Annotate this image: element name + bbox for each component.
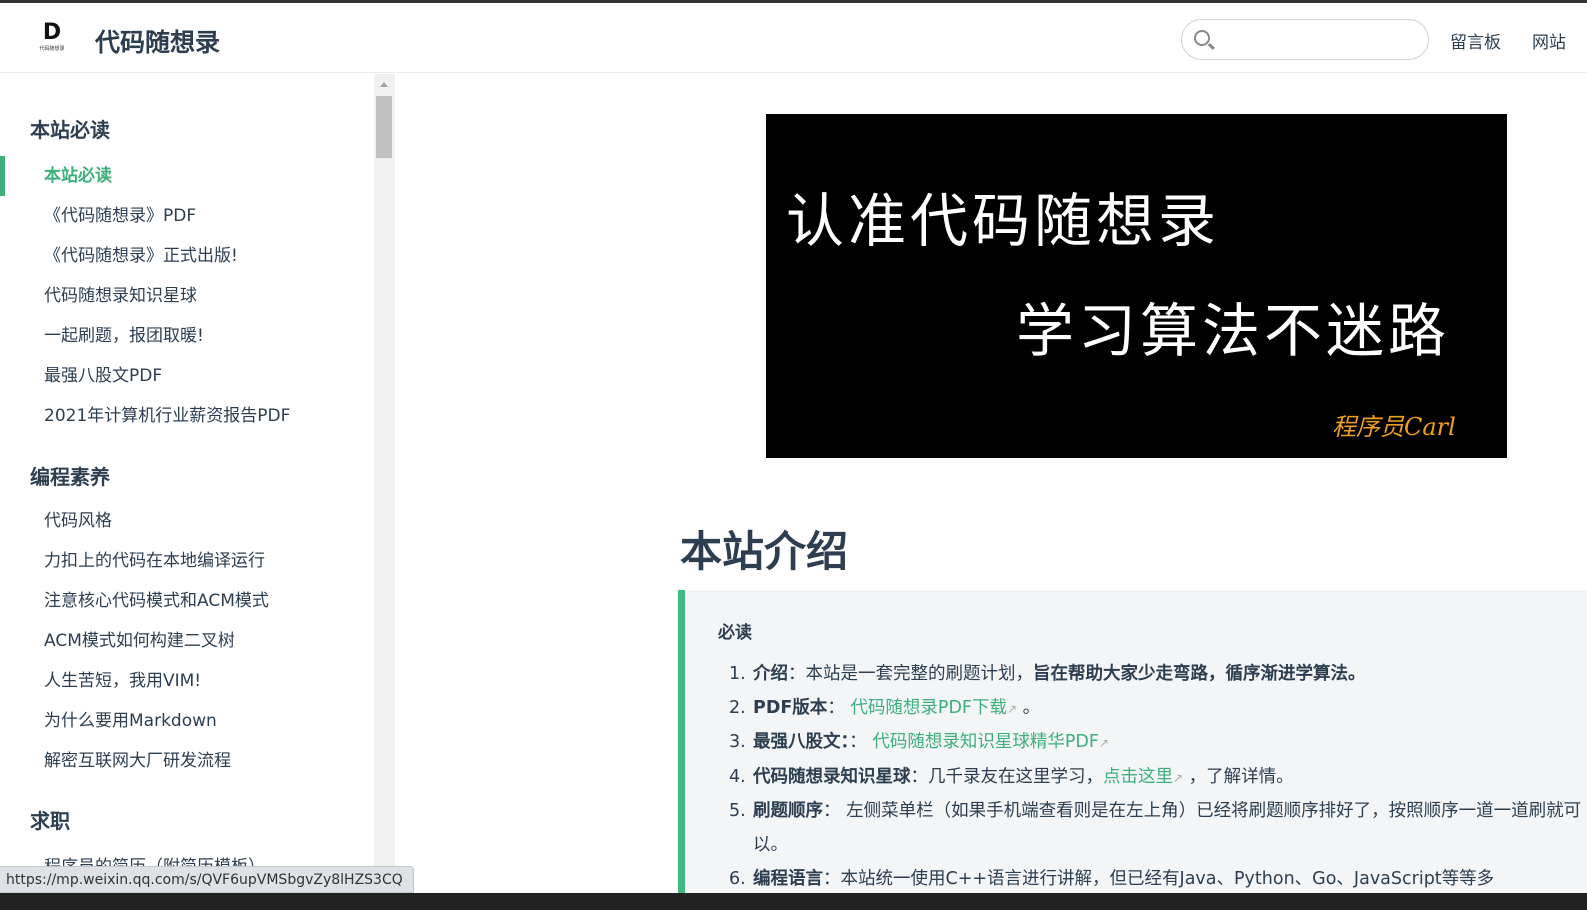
list-item: 6. 编程语言：本站统一使用C++语言进行讲解，但已经有Java、Python、G…	[725, 863, 1587, 897]
item-label: 最强八股文：	[753, 732, 850, 753]
sep: ：	[827, 697, 851, 718]
pdf-download-link[interactable]: 代码随想录PDF下载	[850, 698, 1007, 718]
taskbar-strip	[0, 893, 1587, 910]
sidebar-group-title[interactable]: 求职	[0, 801, 374, 841]
item-number: 4.	[729, 766, 746, 787]
logo-text: 代码随想录	[39, 46, 65, 52]
item-text: 。	[1017, 697, 1041, 718]
list-item: 5. 刷题顺序： 左侧菜单栏（如果手机端查看则是在左上角）已经将刷题顺序排好了，按…	[725, 795, 1587, 862]
banner-image: 认准代码随想录 学习算法不迷路 程序员Carl	[766, 114, 1507, 458]
sidebar-item[interactable]: 2021年计算机行业薪资报告PDF	[0, 396, 374, 436]
sidebar-item[interactable]: 力扣上的代码在本地编译运行	[0, 541, 374, 581]
sidebar: 本站必读 本站必读 《代码随想录》PDF 《代码随想录》正式出版! 代码随想录知…	[0, 74, 374, 910]
item-number: 5.	[729, 801, 746, 822]
list-item: 2. PDF版本： 代码随想录PDF下载↗ 。	[725, 692, 1587, 727]
sidebar-scrollbar[interactable]	[374, 74, 395, 910]
search-icon	[1194, 30, 1210, 46]
scroll-up-arrow-icon[interactable]	[380, 82, 388, 87]
list-item: 1. 介绍：本站是一套完整的刷题计划，旨在帮助大家少走弯路，循序渐进学算法。	[725, 658, 1587, 692]
nav-guestbook[interactable]: 留言板	[1450, 28, 1501, 53]
item-number: 1.	[729, 664, 746, 684]
sidebar-item[interactable]: 为什么要用Markdown	[0, 701, 374, 741]
sidebar-item[interactable]: 代码随想录知识星球	[0, 276, 374, 316]
item-label: 介绍	[753, 664, 788, 684]
sep: ：	[788, 664, 806, 684]
item-label: 代码随想录知识星球	[753, 766, 911, 787]
sidebar-item[interactable]: 《代码随想录》PDF	[0, 196, 374, 236]
item-label: 编程语言	[753, 868, 823, 889]
sidebar-item[interactable]: 本站必读	[0, 156, 374, 196]
item-label: PDF版本	[753, 697, 828, 718]
sep: ：	[910, 766, 929, 787]
sidebar-item[interactable]: 代码风格	[0, 501, 374, 541]
external-link-icon: ↗	[1173, 770, 1184, 785]
sidebar-item[interactable]: ACM模式如何构建二叉树	[0, 621, 374, 661]
external-link-icon: ↗	[1006, 701, 1018, 716]
intro-list: 1. 介绍：本站是一套完整的刷题计划，旨在帮助大家少走弯路，循序渐进学算法。 2.…	[725, 658, 1587, 896]
banner-signature: 程序员Carl	[1332, 413, 1456, 441]
item-number: 2.	[729, 697, 746, 718]
sidebar-item[interactable]: 《代码随想录》正式出版!	[0, 236, 374, 276]
sidebar-item[interactable]: 一起刷题，报团取暖!	[0, 316, 374, 356]
sep: ：	[823, 801, 847, 822]
item-number: 3.	[729, 732, 746, 753]
sidebar-item[interactable]: 最强八股文PDF	[0, 356, 374, 396]
page-heading: 本站介绍	[680, 527, 849, 576]
item-text: ，了解详情。	[1183, 766, 1294, 787]
click-here-link[interactable]: 点击这里	[1103, 767, 1173, 787]
sidebar-item[interactable]: 解密互联网大厂研发流程	[0, 741, 374, 781]
item-text: 本站统一使用C++语言进行讲解，但已经有Java、Python、Go、JavaS…	[840, 868, 1495, 889]
external-link-icon: ↗	[1098, 736, 1109, 751]
sidebar-item[interactable]: 注意核心代码模式和ACM模式	[0, 581, 374, 621]
banner-line-1: 认准代码随想录	[786, 187, 1221, 255]
item-label: 刷题顺序	[753, 801, 823, 822]
tip-title: 必读	[718, 623, 752, 643]
item-bold-text: 旨在帮助大家少走弯路，循序渐进学算法。	[1033, 664, 1366, 684]
tip-box: 必读 1. 介绍：本站是一套完整的刷题计划，旨在帮助大家少走弯路，循序渐进学算法。…	[678, 590, 1587, 910]
sep: ：	[823, 868, 841, 889]
nav-site[interactable]: 网站	[1532, 28, 1566, 53]
list-item: 4. 代码随想录知识星球：几千录友在这里学习，点击这里↗ ，了解详情。	[725, 761, 1587, 796]
knowledge-planet-pdf-link[interactable]: 代码随想录知识星球精华PDF	[872, 732, 1099, 752]
item-text: 几千录友在这里学习，	[928, 766, 1103, 787]
navbar: D 代码随想录 代码随想录 留言板 网站	[0, 3, 1587, 73]
scrollbar-thumb[interactable]	[376, 96, 392, 158]
banner-line-2: 学习算法不迷路	[1016, 297, 1451, 365]
item-number: 6.	[729, 868, 746, 889]
sidebar-group-title[interactable]: 本站必读	[0, 110, 374, 150]
sidebar-item[interactable]: 人生苦短，我用VIM!	[0, 661, 374, 701]
sidebar-group-title[interactable]: 编程素养	[0, 457, 374, 497]
site-title[interactable]: 代码随想录	[95, 23, 220, 59]
sep: ：	[849, 732, 873, 753]
search-input[interactable]	[1181, 19, 1429, 60]
item-text: 本站是一套完整的刷题计划，	[805, 664, 1034, 684]
site-logo[interactable]: D 代码随想录	[34, 21, 70, 57]
list-item: 3. 最强八股文：： 代码随想录知识星球精华PDF↗	[725, 726, 1587, 761]
link-status-bar: https://mp.weixin.qq.com/s/QVF6upVMSbgvZ…	[0, 866, 414, 893]
logo-letter: D	[42, 20, 62, 45]
item-text: 左侧菜单栏（如果手机端查看则是在左上角）已经将刷题顺序排好了，按照顺序一道一道刷…	[753, 801, 1582, 855]
